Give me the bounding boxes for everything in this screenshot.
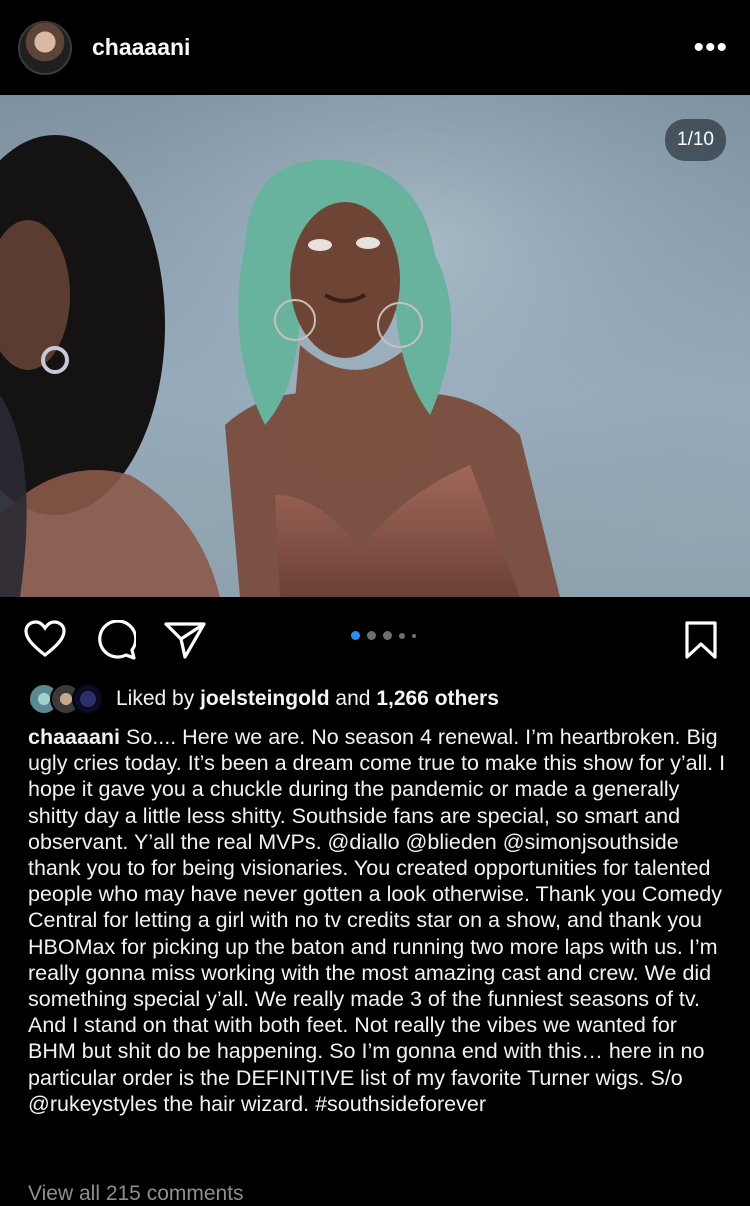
carousel-dot <box>367 631 376 640</box>
bookmark-icon[interactable] <box>684 620 718 660</box>
photo-illustration <box>0 95 750 597</box>
likes-prefix: Liked by <box>116 687 195 710</box>
post-header: chaaaani ••• <box>0 0 750 95</box>
user-avatar[interactable] <box>18 20 72 75</box>
carousel-dot <box>399 632 405 639</box>
photo-counter: 1/10 <box>665 119 726 161</box>
likes-row[interactable]: Liked by joelsteingold and 1,266 others <box>28 682 499 716</box>
comment-icon[interactable] <box>96 620 136 660</box>
carousel-dot <box>412 633 416 638</box>
view-comments-link[interactable]: View all 215 comments <box>28 1182 244 1206</box>
more-horizontal-icon[interactable]: ••• <box>693 32 728 63</box>
post-photo[interactable]: 1/10 <box>0 95 750 597</box>
liked-by-user[interactable]: joelsteingold <box>200 687 330 711</box>
likes-count[interactable]: 1,266 others <box>376 687 499 711</box>
heart-icon[interactable] <box>24 620 66 658</box>
send-icon[interactable] <box>163 620 207 660</box>
post-username[interactable]: chaaaani <box>92 34 693 61</box>
liker-avatar <box>72 683 104 715</box>
caption-username[interactable]: chaaaani <box>28 725 120 749</box>
action-bar <box>0 600 750 680</box>
carousel-indicator <box>351 631 416 640</box>
post-caption: chaaaani So.... Here we are. No season 4… <box>28 724 728 1117</box>
carousel-dot-active <box>351 631 360 640</box>
carousel-dot <box>383 631 392 640</box>
likes-and: and <box>335 687 371 710</box>
caption-text: So.... Here we are. No season 4 renewal.… <box>28 725 726 1116</box>
